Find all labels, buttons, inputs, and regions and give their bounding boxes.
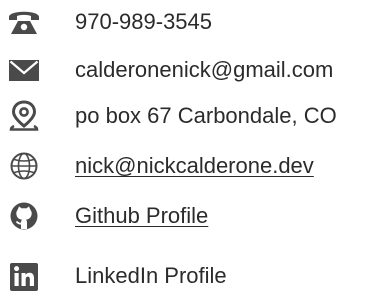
contact-row-email: calderonenick@gmail.com	[0, 50, 369, 90]
website-link[interactable]: nick@nickcalderone.dev	[75, 153, 314, 179]
contact-row-linkedin[interactable]: LinkedIn Profile	[0, 256, 369, 296]
phone-icon	[6, 6, 42, 38]
envelope-icon	[6, 54, 42, 86]
contact-row-github[interactable]: Github Profile	[0, 196, 369, 236]
github-icon	[6, 200, 42, 232]
linkedin-profile-label[interactable]: LinkedIn Profile	[75, 263, 227, 289]
contact-row-website[interactable]: nick@nickcalderone.dev	[0, 146, 369, 186]
email-address: calderonenick@gmail.com	[75, 57, 334, 82]
contact-row-address: po box 67 Carbondale, CO	[0, 96, 369, 136]
map-pin-icon	[6, 100, 42, 132]
phone-number: 970-989-3545	[75, 9, 213, 34]
contact-row-phone: 970-989-3545	[0, 2, 369, 42]
globe-icon	[6, 150, 42, 182]
postal-address: po box 67 Carbondale, CO	[75, 103, 337, 128]
github-profile-link[interactable]: Github Profile	[75, 203, 208, 229]
linkedin-icon	[6, 260, 42, 292]
contact-list: 970-989-3545 calderonenick@gmail.com po …	[0, 0, 369, 294]
